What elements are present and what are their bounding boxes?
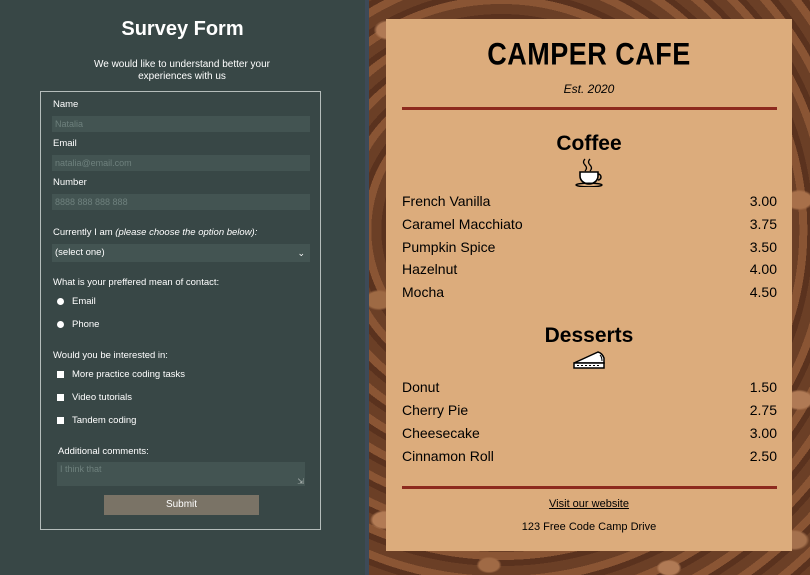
current-label-hint: (please choose the option below): bbox=[115, 227, 258, 238]
coffee-cup-icon bbox=[575, 158, 603, 187]
email-input[interactable]: natalia@email.com bbox=[52, 155, 310, 171]
address-text: 123 Free Code Camp Drive bbox=[521, 521, 657, 533]
coffee-item: Caramel Macchiato 3.75 bbox=[402, 214, 777, 234]
dessert-item: Cinnamon Roll 2.50 bbox=[402, 446, 777, 466]
item-price: 1.50 bbox=[749, 379, 777, 395]
item-price: 4.00 bbox=[749, 261, 777, 277]
video-tutorials-checkbox[interactable] bbox=[57, 394, 64, 401]
chevron-down-icon: ⌄ bbox=[297, 248, 305, 258]
item-price: 4.50 bbox=[749, 284, 777, 300]
dessert-item: Cheesecake 3.00 bbox=[402, 423, 777, 443]
coffee-item: French Vanilla 3.00 bbox=[402, 191, 777, 211]
number-input[interactable]: 8888 888 888 888 bbox=[52, 194, 310, 210]
interest-label: Would you be interested in: bbox=[53, 350, 168, 361]
top-divider bbox=[402, 107, 777, 110]
item-name: Pumpkin Spice bbox=[402, 239, 496, 255]
tandem-coding-label: Tandem coding bbox=[72, 415, 137, 426]
coffee-section-title: Coffee bbox=[556, 132, 622, 155]
coffee-item: Hazelnut 4.00 bbox=[402, 259, 777, 279]
item-name: Caramel Macchiato bbox=[402, 216, 523, 232]
dessert-item: Cherry Pie 2.75 bbox=[402, 400, 777, 420]
comments-label: Additional comments: bbox=[58, 446, 149, 457]
item-name: Hazelnut bbox=[402, 261, 458, 277]
survey-title: Survey Form bbox=[121, 18, 244, 40]
current-label-text: Currently I am bbox=[53, 227, 113, 238]
cafe-menu: CAMPER CAFE Est. 2020 Coffee French Vani… bbox=[386, 19, 792, 551]
comments-placeholder: I think that bbox=[60, 464, 102, 474]
bottom-divider bbox=[402, 486, 777, 489]
number-label: Number bbox=[53, 177, 87, 188]
current-role-select[interactable]: (select one) ⌄ bbox=[52, 244, 310, 262]
submit-button[interactable]: Submit bbox=[104, 495, 259, 515]
tandem-coding-checkbox[interactable] bbox=[57, 417, 64, 424]
item-name: Mocha bbox=[402, 284, 445, 300]
item-price: 3.00 bbox=[749, 193, 777, 209]
video-tutorials-label: Video tutorials bbox=[72, 392, 133, 403]
item-price: 2.50 bbox=[749, 448, 777, 464]
survey-panel: Survey Form We would like to understand … bbox=[0, 0, 365, 575]
item-name: Cinnamon Roll bbox=[402, 448, 494, 464]
survey-description: We would like to understand better your … bbox=[93, 59, 271, 82]
coffee-item: Pumpkin Spice 3.50 bbox=[402, 237, 777, 257]
current-role-value: (select one) bbox=[55, 247, 105, 258]
website-link[interactable]: Visit our website bbox=[386, 498, 792, 510]
phone-radio[interactable] bbox=[57, 321, 64, 328]
email-radio[interactable] bbox=[57, 298, 64, 305]
item-price: 3.50 bbox=[749, 239, 777, 255]
item-price: 3.00 bbox=[749, 425, 777, 441]
phone-radio-label: Phone bbox=[72, 319, 100, 330]
desserts-section-title: Desserts bbox=[544, 324, 634, 347]
item-price: 2.75 bbox=[749, 402, 777, 418]
item-name: Cheesecake bbox=[402, 425, 480, 441]
coffee-item: Mocha 4.50 bbox=[402, 282, 777, 302]
comments-textarea[interactable]: I think that ⇲ bbox=[57, 462, 305, 486]
resize-handle-icon[interactable]: ⇲ bbox=[297, 478, 304, 486]
name-input[interactable]: Natalia bbox=[52, 116, 310, 132]
item-name: Cherry Pie bbox=[402, 402, 469, 418]
contact-label: What is your preffered mean of contact: bbox=[53, 277, 220, 288]
dessert-item: Donut 1.50 bbox=[402, 377, 777, 397]
practice-tasks-label: More practice coding tasks bbox=[72, 369, 185, 380]
item-name: Donut bbox=[402, 379, 440, 395]
item-price: 3.75 bbox=[749, 216, 777, 232]
established-text: Est. 2020 bbox=[563, 82, 615, 96]
item-name: French Vanilla bbox=[402, 193, 491, 209]
email-radio-label: Email bbox=[72, 296, 96, 307]
cafe-title: CAMPER CAFE bbox=[487, 37, 691, 72]
current-label: Currently I am (please choose the option… bbox=[53, 227, 257, 238]
practice-tasks-checkbox[interactable] bbox=[57, 371, 64, 378]
pie-slice-icon bbox=[573, 351, 605, 369]
name-label: Name bbox=[53, 99, 79, 110]
email-label: Email bbox=[53, 138, 77, 149]
